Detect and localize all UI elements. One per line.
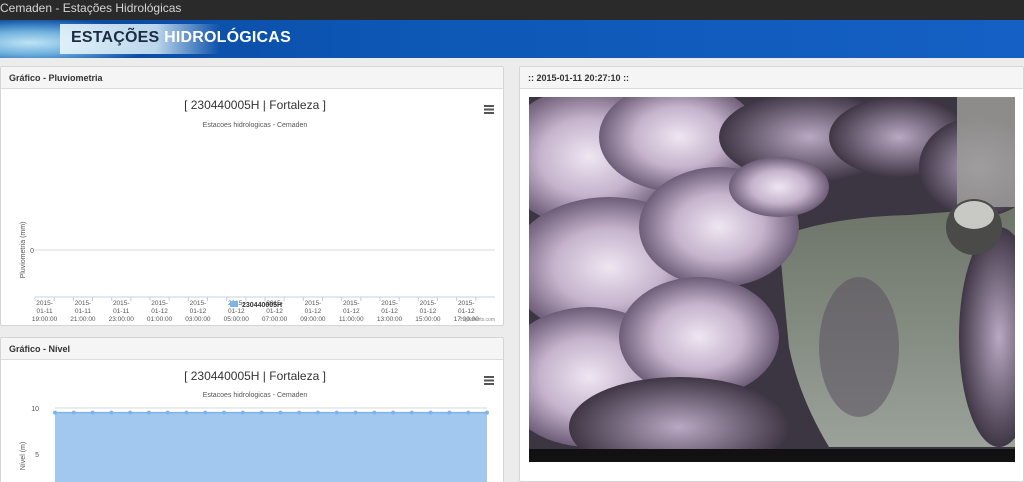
level-point [409,410,414,415]
pluviometria-panel-header: Gráfico - Pluviometria [1,67,503,89]
y-tick-label: 10 [31,406,39,413]
x-tick-label: 2015-01-12 13:00:00 [377,300,403,323]
nivel-panel-header: Gráfico - Nível [1,338,503,360]
level-point [203,410,208,415]
level-point [278,410,283,415]
x-tick-label: 2015-01-12 09:00:00 [300,300,326,323]
legend-label[interactable]: 230440005H [242,302,282,309]
level-point [297,410,302,415]
level-point [146,410,151,415]
level-point [71,410,76,415]
x-tick-label: 2015-01-12 15:00:00 [415,300,441,323]
x-tick-label: 2015-01-11 23:00:00 [109,300,135,323]
chart-subtitle: Estacoes hidrologicas - Cemaden [203,122,308,129]
camera-panel: :: 2015-01-11 20:27:10 :: [519,66,1024,482]
level-point [428,410,433,415]
chart-title: [ 230440005H | Fortaleza ] [184,369,326,383]
site-banner: ESTAÇÕES HIDROLÓGICAS [0,20,1024,58]
x-tick-label: 2015-01-12 11:00:00 [339,300,364,323]
chart-menu-icon[interactable] [484,376,494,385]
banner-title-part2: HIDROLÓGICAS [164,29,291,46]
level-point [128,410,133,415]
pluviometria-panel: Gráfico - Pluviometria [ 230440005H | Fo… [0,66,504,326]
window-titlebar: Cemaden - Estações Hidrológicas [0,0,1024,20]
level-point [372,410,377,415]
banner-title: ESTAÇÕES HIDROLÓGICAS [71,29,291,47]
camera-panel-header: :: 2015-01-11 20:27:10 :: [520,67,1023,89]
camera-image [529,97,1015,462]
nivel-panel: Gráfico - Nível [ 230440005H | Fortaleza… [0,337,504,482]
chart-menu-icon[interactable] [484,105,494,114]
level-point [334,410,339,415]
pluviometria-chart-svg: [ 230440005H | Fortaleza ] Estacoes hidro… [20,98,495,323]
y-axis-label: Pluviometria (mm) [20,222,27,279]
level-point [391,410,396,415]
level-point [222,410,227,415]
x-tick-label: 2015-01-12 01:00:00 [147,300,173,323]
level-point [259,410,264,415]
y-tick-label: 0 [30,248,34,255]
x-tick-label: 2015-01-11 19:00:00 [32,300,58,323]
legend-marker [230,301,238,307]
chart-subtitle: Estacoes hidrologicas - Cemaden [203,392,308,399]
level-point [240,410,245,415]
y-tick-label: 5 [35,452,39,459]
level-point [90,410,95,415]
camera-image-svg [529,97,1015,462]
level-point [109,410,114,415]
nivel-chart-svg: [ 230440005H | Fortaleza ] Estacoes hidro… [20,369,494,482]
x-tick-label: 2015-01-12 03:00:00 [185,300,211,323]
level-point [53,410,57,415]
level-point [466,410,471,415]
level-point [447,410,452,415]
level-point [184,410,189,415]
level-area [55,412,487,482]
level-point [165,410,170,415]
x-tick-label: 2015-01-11 21:00:00 [70,300,96,323]
level-point [315,410,320,415]
y-axis-label: Nível (m) [20,442,27,470]
window-title: Cemaden - Estações Hidrológicas [0,1,182,15]
nivel-chart: [ 230440005H | Fortaleza ] Estacoes hidro… [1,360,503,482]
level-point [485,410,489,415]
chart-title: [ 230440005H | Fortaleza ] [184,98,326,112]
banner-title-part1: ESTAÇÕES [71,29,160,46]
level-point [353,410,358,415]
pluviometria-chart: [ 230440005H | Fortaleza ] Estacoes hidro… [1,89,503,325]
chart-credits[interactable]: Highcharts.com [460,317,495,323]
